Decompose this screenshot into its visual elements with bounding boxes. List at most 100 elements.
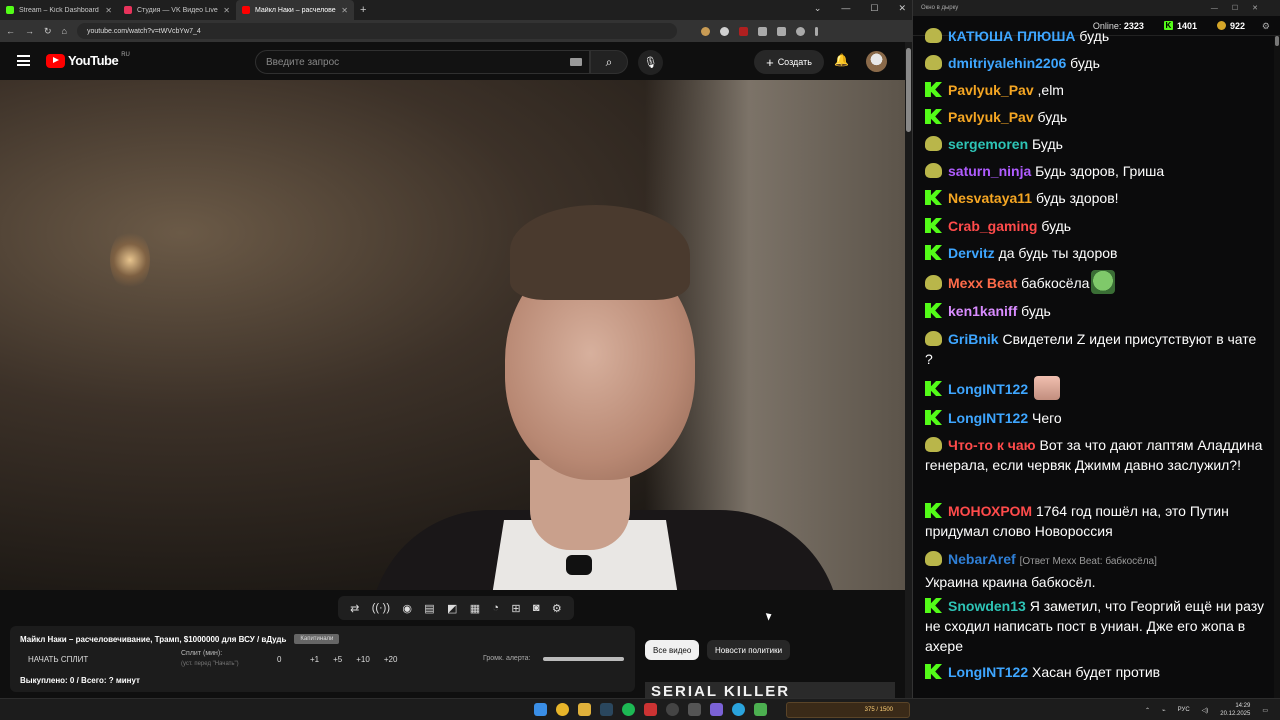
close-icon[interactable]: ✕: [341, 6, 348, 15]
new-tab-icon[interactable]: +: [360, 4, 366, 16]
chat-username[interactable]: Crab_gaming: [948, 218, 1037, 234]
view-icon[interactable]: ◉: [402, 602, 412, 615]
app-icon[interactable]: [644, 703, 657, 716]
kick-badge-icon: [925, 503, 942, 518]
folder-icon[interactable]: [578, 703, 591, 716]
youtube-logo[interactable]: YouTube RU: [46, 52, 130, 68]
extension-icon[interactable]: [700, 26, 710, 36]
chrome-icon[interactable]: [556, 703, 569, 716]
volume-icon[interactable]: ◁): [1202, 707, 1209, 714]
chat-username[interactable]: Что-то к чаю: [948, 437, 1036, 453]
pepe-badge-icon: [925, 163, 942, 178]
clapper-icon[interactable]: ▤: [424, 602, 434, 615]
url-field[interactable]: youtube.com/watch?v=tWVcbYw7_4: [76, 23, 677, 39]
speed-icon[interactable]: ◔: [492, 602, 499, 614]
meme-party-widget[interactable]: 375 / 1500: [786, 702, 910, 718]
obs-icon[interactable]: [666, 703, 679, 716]
steam-icon[interactable]: [600, 703, 613, 716]
chip-all-videos[interactable]: Все видео: [645, 640, 700, 660]
chat-text: будь: [1037, 109, 1068, 125]
page-scrollbar[interactable]: [905, 42, 912, 698]
chat-username[interactable]: ken1kaniff: [948, 303, 1017, 319]
chat-scrollbar[interactable]: [1274, 36, 1280, 698]
extension-icon[interactable]: [719, 26, 729, 36]
close-icon[interactable]: ✕: [105, 6, 112, 15]
add-icon[interactable]: ⊞: [511, 602, 520, 615]
chat-username[interactable]: dmitriyalehin2206: [948, 55, 1066, 71]
close-window-icon[interactable]: ✕: [898, 3, 906, 14]
chat-username[interactable]: Dervitz: [948, 245, 995, 261]
chat-username[interactable]: sergemoren: [948, 136, 1028, 152]
window-controls[interactable]: —☐✕: [1211, 4, 1272, 12]
back-icon[interactable]: ←: [6, 26, 15, 36]
tab-vk-studio[interactable]: Студия — VK Видео Live ✕: [118, 0, 236, 20]
camera-icon[interactable]: ◙: [533, 602, 540, 614]
avatar[interactable]: [866, 51, 887, 72]
notification-icon[interactable]: ▭: [1262, 707, 1268, 714]
maximize-icon[interactable]: ☐: [870, 3, 878, 14]
create-button[interactable]: + Создать: [754, 50, 824, 74]
tab-youtube-video[interactable]: Майкл Наки – расчелове ✕: [236, 0, 354, 20]
chat-username[interactable]: LongINT122: [948, 381, 1028, 397]
increment-button[interactable]: +1: [310, 655, 319, 664]
home-icon[interactable]: ⌂: [62, 26, 67, 36]
hamburger-menu-icon[interactable]: [17, 55, 30, 66]
search-input[interactable]: Введите запрос: [255, 50, 590, 74]
extension-icon[interactable]: [738, 26, 748, 36]
language-indicator[interactable]: РУС: [1178, 707, 1190, 713]
tab-label: Майкл Наки – расчелове: [255, 6, 336, 14]
start-split-button[interactable]: НАЧАТЬ СПЛИТ: [28, 655, 88, 664]
reload-icon[interactable]: ↻: [44, 26, 52, 37]
chat-username[interactable]: Nesvataya11: [948, 190, 1032, 206]
telegram-icon[interactable]: [732, 703, 745, 716]
chat-username[interactable]: Pavlyuk_Pav: [948, 109, 1034, 125]
increment-button[interactable]: +5: [333, 655, 342, 664]
bluetooth-icon[interactable]: ⌁: [1162, 707, 1166, 714]
media-icon[interactable]: [710, 703, 723, 716]
increment-button[interactable]: +20: [384, 655, 398, 664]
chevron-up-icon[interactable]: ⌃: [1145, 707, 1150, 714]
forward-icon[interactable]: →: [25, 26, 34, 36]
download-icon[interactable]: [776, 26, 786, 36]
chat-username[interactable]: КАТЮША ПЛЮША: [948, 28, 1076, 44]
minimize-icon[interactable]: —: [841, 3, 850, 14]
repeat-icon[interactable]: ⇄: [350, 602, 359, 615]
broadcast-icon[interactable]: ((·)): [372, 602, 390, 614]
chat-username[interactable]: GriBnik: [948, 331, 999, 347]
film-icon[interactable]: ▦: [470, 602, 480, 615]
split-value[interactable]: 0: [277, 655, 281, 664]
recommended-thumbnail[interactable]: SERIAL KILLER: [645, 682, 895, 698]
chat-username[interactable]: Snowden13: [948, 598, 1026, 614]
start-icon[interactable]: [534, 703, 547, 716]
picture-icon[interactable]: ◩: [447, 602, 457, 615]
chat-username[interactable]: LongINT122: [948, 664, 1028, 680]
notifications-bell-icon[interactable]: 🔔: [834, 53, 849, 67]
spotify-icon[interactable]: [622, 703, 635, 716]
profile-icon[interactable]: [795, 26, 805, 36]
menu-icon[interactable]: [814, 26, 818, 36]
search-button[interactable]: ⌕: [590, 50, 628, 74]
chat-username[interactable]: saturn_ninja: [948, 163, 1031, 179]
video-player[interactable]: [0, 80, 905, 590]
chip-politics-news[interactable]: Новости политики: [707, 640, 791, 660]
increment-buttons: +1 +5 +10 +20: [310, 655, 397, 664]
chevron-down-icon[interactable]: ⌄: [814, 3, 822, 14]
chat-text: да будь ты здоров: [998, 245, 1118, 261]
alert-volume-slider[interactable]: [543, 657, 624, 661]
title-tag[interactable]: Капитинали: [294, 634, 340, 644]
app-icon[interactable]: [754, 703, 767, 716]
settings-icon[interactable]: ⚙: [552, 602, 562, 615]
chat-username[interactable]: NebarAref: [948, 551, 1016, 567]
increment-button[interactable]: +10: [356, 655, 370, 664]
keyboard-icon[interactable]: [570, 58, 582, 66]
voice-search-button[interactable]: 🎙: [638, 50, 663, 75]
clock[interactable]: 14:29 20.12.2025: [1220, 702, 1250, 718]
app-icon[interactable]: [688, 703, 701, 716]
close-icon[interactable]: ✕: [223, 6, 230, 15]
puzzle-icon[interactable]: [757, 26, 767, 36]
chat-username[interactable]: LongINT122: [948, 410, 1028, 426]
chat-username[interactable]: Pavlyuk_Pav: [948, 82, 1034, 98]
tab-kick-dashboard[interactable]: Stream – Kick Dashboard ✕: [0, 0, 118, 20]
chat-username[interactable]: МОНОХРОМ: [948, 503, 1032, 519]
chat-username[interactable]: Mexx Beat: [948, 275, 1017, 291]
